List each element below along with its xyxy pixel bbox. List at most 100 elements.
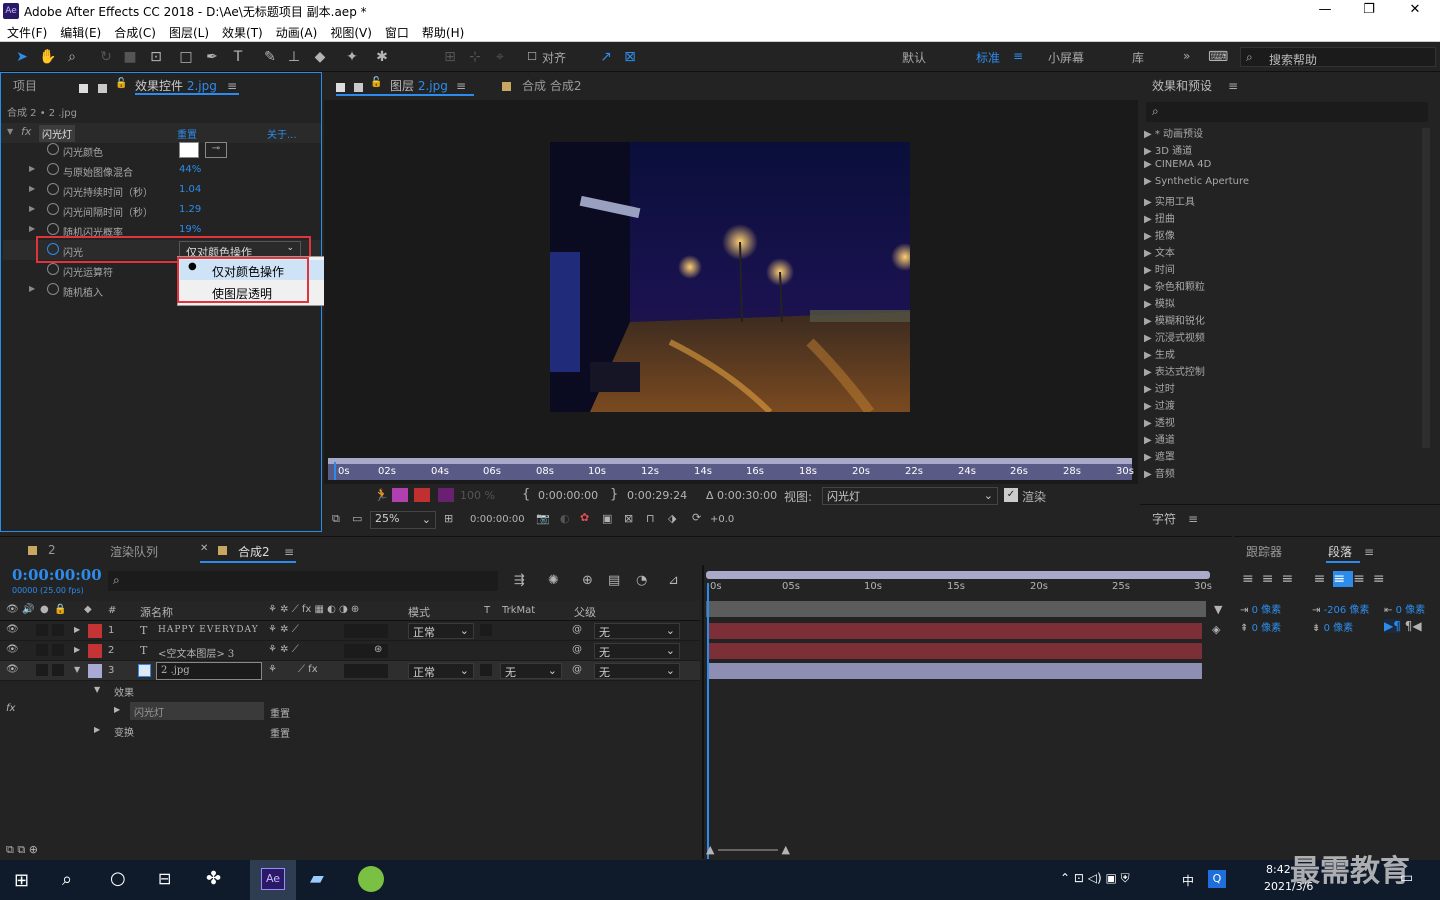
scrollbar[interactable] bbox=[1422, 128, 1430, 448]
minimize-button[interactable]: — bbox=[1303, 2, 1347, 20]
category-item[interactable]: ▶ 模拟 bbox=[1144, 295, 1420, 312]
puppet-tool-icon[interactable]: ✱ bbox=[372, 47, 392, 67]
category-item[interactable]: ▶ 扭曲 bbox=[1144, 210, 1420, 227]
expand-triangle-icon[interactable]: ▶ bbox=[114, 705, 120, 714]
tab-render-queue[interactable]: 渲染队列 bbox=[110, 543, 158, 569]
menu-window[interactable]: 窗口 bbox=[378, 22, 415, 41]
pick-whip-icon[interactable]: @ bbox=[572, 664, 582, 675]
menu-effect[interactable]: 效果(T) bbox=[215, 22, 269, 41]
safe-area-icon[interactable]: ⊞ bbox=[444, 512, 453, 525]
task-view-icon[interactable]: ⊟ bbox=[158, 869, 171, 888]
collapse-triangle-icon[interactable]: ▼ bbox=[94, 685, 100, 694]
camera-tool-icon[interactable]: ■ bbox=[120, 47, 140, 67]
snap-checkbox[interactable]: ☐ bbox=[522, 47, 542, 67]
preserve-transparency-box[interactable] bbox=[480, 664, 492, 676]
workspace-menu-icon[interactable]: ≡ bbox=[1013, 49, 1023, 63]
lock-box[interactable] bbox=[52, 664, 64, 676]
category-item[interactable]: ▶ Synthetic Aperture bbox=[1144, 176, 1420, 193]
effect-about-link[interactable]: 关于... bbox=[267, 126, 297, 141]
indent-left[interactable]: ⇥ 0 像素 bbox=[1240, 601, 1281, 616]
effect-reset-link[interactable]: 重置 bbox=[270, 705, 290, 720]
category-item[interactable]: ▶ 模糊和锐化 bbox=[1144, 312, 1420, 329]
tab-paragraph[interactable]: 段落 bbox=[1328, 543, 1352, 569]
frame-blending-icon[interactable]: ▤ bbox=[608, 573, 620, 588]
search-icon[interactable]: ⌕ bbox=[62, 869, 72, 890]
layer-bar-2[interactable] bbox=[708, 643, 1202, 659]
expand-triangle-icon[interactable]: ▶ bbox=[29, 164, 35, 173]
category-item[interactable]: ▶ 实用工具 bbox=[1144, 193, 1420, 210]
category-item[interactable]: ▶ 通道 bbox=[1144, 431, 1420, 448]
solo-box[interactable] bbox=[36, 624, 48, 636]
tray-icons[interactable]: ⌃ ⊡ ◁) ▣ ⛨ bbox=[1060, 871, 1130, 886]
hand-tool-icon[interactable]: ✋ bbox=[38, 47, 58, 67]
notification-icon[interactable]: ▭ bbox=[1400, 870, 1413, 886]
layer-bar-3[interactable] bbox=[708, 663, 1202, 679]
tab-close-icon[interactable] bbox=[79, 84, 88, 93]
zoom-select[interactable]: 25% ⌄ bbox=[370, 511, 436, 529]
menu-help[interactable]: 帮助(H) bbox=[415, 22, 470, 41]
world-axis-icon[interactable]: ⊹ bbox=[465, 47, 485, 67]
switch-boxes[interactable] bbox=[344, 624, 388, 638]
eye-icon[interactable]: 👁 bbox=[6, 644, 19, 655]
interval-value[interactable]: 1.29 bbox=[179, 204, 201, 215]
more-workspaces-icon[interactable]: » bbox=[1183, 49, 1190, 63]
menu-composition[interactable]: 合成(C) bbox=[107, 22, 162, 41]
region-of-interest-icon[interactable]: ▣ bbox=[602, 512, 612, 525]
fx-switch-icon[interactable]: ⟋ fx bbox=[298, 664, 318, 675]
workspace-small-screen[interactable]: 小屏幕 bbox=[1048, 49, 1084, 66]
tab-layer[interactable]: 图层 2.jpg bbox=[390, 77, 448, 103]
tab-project[interactable]: 项目 bbox=[13, 77, 37, 103]
text-tool-icon[interactable]: T bbox=[228, 47, 248, 67]
solo-box[interactable] bbox=[36, 644, 48, 656]
roto-brush-tool-icon[interactable]: ✦ bbox=[342, 47, 362, 67]
color-label-icon[interactable] bbox=[392, 488, 408, 502]
workspace-default[interactable]: 默认 bbox=[902, 49, 926, 66]
expand-triangle-icon[interactable]: ▶ bbox=[29, 224, 35, 233]
effects-search-input[interactable]: ⌕ bbox=[1146, 102, 1428, 122]
category-item[interactable]: ▶ 过渡 bbox=[1144, 397, 1420, 414]
ime-indicator[interactable]: 中 bbox=[1182, 872, 1194, 889]
panel-menu-icon[interactable]: ≡ bbox=[456, 79, 466, 93]
pan-behind-tool-icon[interactable]: ⊡ bbox=[146, 47, 166, 67]
stopwatch-icon[interactable] bbox=[47, 183, 59, 195]
stopwatch-icon[interactable] bbox=[47, 223, 59, 235]
parent-select[interactable]: 无 ⌄ bbox=[594, 643, 680, 659]
time-navigator[interactable] bbox=[706, 571, 1210, 579]
character-title[interactable]: 字符 bbox=[1152, 510, 1176, 536]
menu-view[interactable]: 视图(V) bbox=[323, 22, 378, 41]
layer-bar-1[interactable] bbox=[708, 623, 1202, 639]
tab-close-icon[interactable]: ✕ bbox=[200, 543, 208, 554]
expand-triangle-icon[interactable]: ▶ bbox=[74, 625, 80, 634]
snapshot-icon[interactable]: 📷 bbox=[536, 512, 550, 525]
parent-select[interactable]: 无 ⌄ bbox=[594, 623, 680, 639]
trkmat-select[interactable]: 无 ⌄ bbox=[500, 663, 562, 679]
pick-whip-icon[interactable]: @ bbox=[572, 644, 582, 655]
indent-right[interactable]: ⇤ 0 像素 bbox=[1384, 601, 1425, 616]
workspace-standard[interactable]: 标准 bbox=[976, 49, 1000, 66]
category-item[interactable]: ▶ 遮罩 bbox=[1144, 448, 1420, 465]
viewer-time-ruler[interactable]: 0s 02s 04s 06s 08s 10s 12s 14s 16s 18s 20s 22s 24s 26… bbox=[328, 458, 1134, 480]
viewer-timecode[interactable]: 0:00:00:00 bbox=[470, 514, 525, 525]
playhead[interactable] bbox=[707, 583, 709, 859]
effects-presets-title[interactable]: 效果和预设 bbox=[1152, 77, 1212, 103]
after-effects-taskbar-item[interactable]: Ae bbox=[250, 860, 296, 900]
zoom-tool-icon[interactable]: ⌕ bbox=[62, 47, 82, 67]
menu-edit[interactable]: 编辑(E) bbox=[53, 22, 107, 41]
switch-boxes[interactable] bbox=[344, 664, 388, 678]
workspace-libraries[interactable]: 库 bbox=[1132, 49, 1144, 66]
layer-search-input[interactable]: ⌕ bbox=[108, 571, 498, 591]
always-preview-icon[interactable]: ⧉ bbox=[332, 512, 340, 526]
fx-icon[interactable]: fx bbox=[21, 125, 31, 138]
view-select[interactable]: 闪光灯 ⌄ bbox=[822, 487, 998, 505]
bottom-switches-icons[interactable]: ⧉ ⧉ ⊕ bbox=[6, 843, 38, 857]
stopwatch-icon[interactable] bbox=[47, 203, 59, 215]
lock-box[interactable] bbox=[52, 644, 64, 656]
fx-icon[interactable]: fx bbox=[6, 703, 15, 714]
stopwatch-icon[interactable] bbox=[47, 263, 59, 275]
zoom-slider[interactable]: ▲ ▲ bbox=[706, 843, 790, 856]
show-snapshot-icon[interactable]: ◐ bbox=[560, 512, 570, 525]
effect-name[interactable]: 闪光灯 bbox=[130, 702, 264, 720]
duration-value[interactable]: 1.04 bbox=[179, 184, 201, 195]
snap-edge-icon[interactable]: ↗ bbox=[596, 47, 616, 67]
layer-row-2[interactable]: 👁 ▶ 2 T <空文本图层> 3 ⚘ ✲ ⟋ ⊛ @ 无 ⌄ bbox=[0, 641, 700, 661]
